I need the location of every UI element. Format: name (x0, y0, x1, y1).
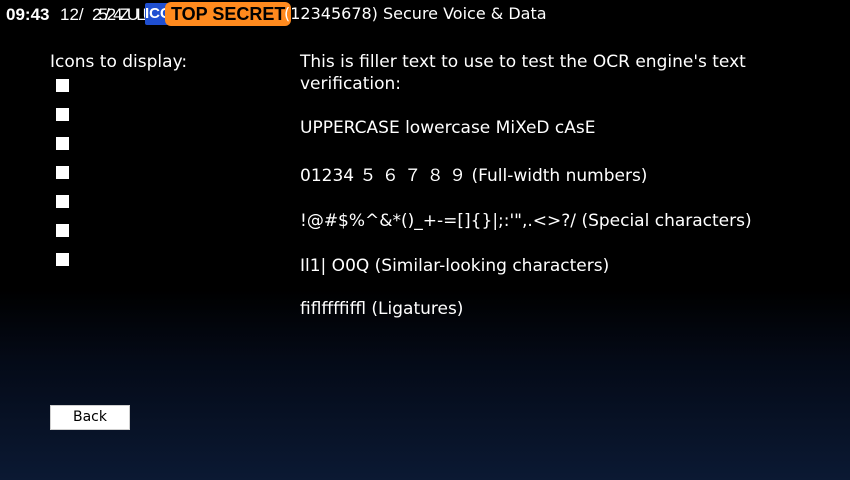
status-date-overlap: 25/24ZULU (92, 5, 155, 24)
placeholder-icon (56, 195, 69, 208)
placeholder-icon (56, 79, 69, 92)
placeholder-icon (56, 166, 69, 179)
classification-badge: TOP SECRET (165, 2, 292, 26)
status-date: 12/ (60, 5, 84, 24)
ocr-similar-line: Il1| O0Q (Similar-looking characters) (300, 256, 610, 276)
back-button[interactable]: Back (50, 405, 130, 430)
placeholder-icon (56, 137, 69, 150)
status-title: (12345678) Secure Voice & Data (284, 4, 547, 23)
placeholder-icon (56, 224, 69, 237)
ocr-special-line: !@#$%^&*()_+-=[]{}|;:'",.<>?/ (Special c… (300, 211, 752, 231)
ocr-intro-text: This is filler text to use to test the O… (300, 52, 746, 94)
placeholder-icon (56, 108, 69, 121)
icons-label: Icons to display: (50, 52, 188, 72)
ocr-ligatures-line: ﬁﬂﬀﬃﬄ (Ligatures) (300, 299, 464, 319)
status-bar: 09:43 12/ 25/24ZULU ICC TOP SECRET (1234… (0, 0, 850, 28)
ocr-numbers-line: 01234 ５ ６ ７ ８ ９ (Full-width numbers) (300, 166, 648, 186)
status-time: 09:43 (6, 5, 50, 24)
placeholder-icon (56, 253, 69, 266)
ocr-case-line: UPPERCASE lowercase MiXeD cAsE (300, 118, 596, 138)
